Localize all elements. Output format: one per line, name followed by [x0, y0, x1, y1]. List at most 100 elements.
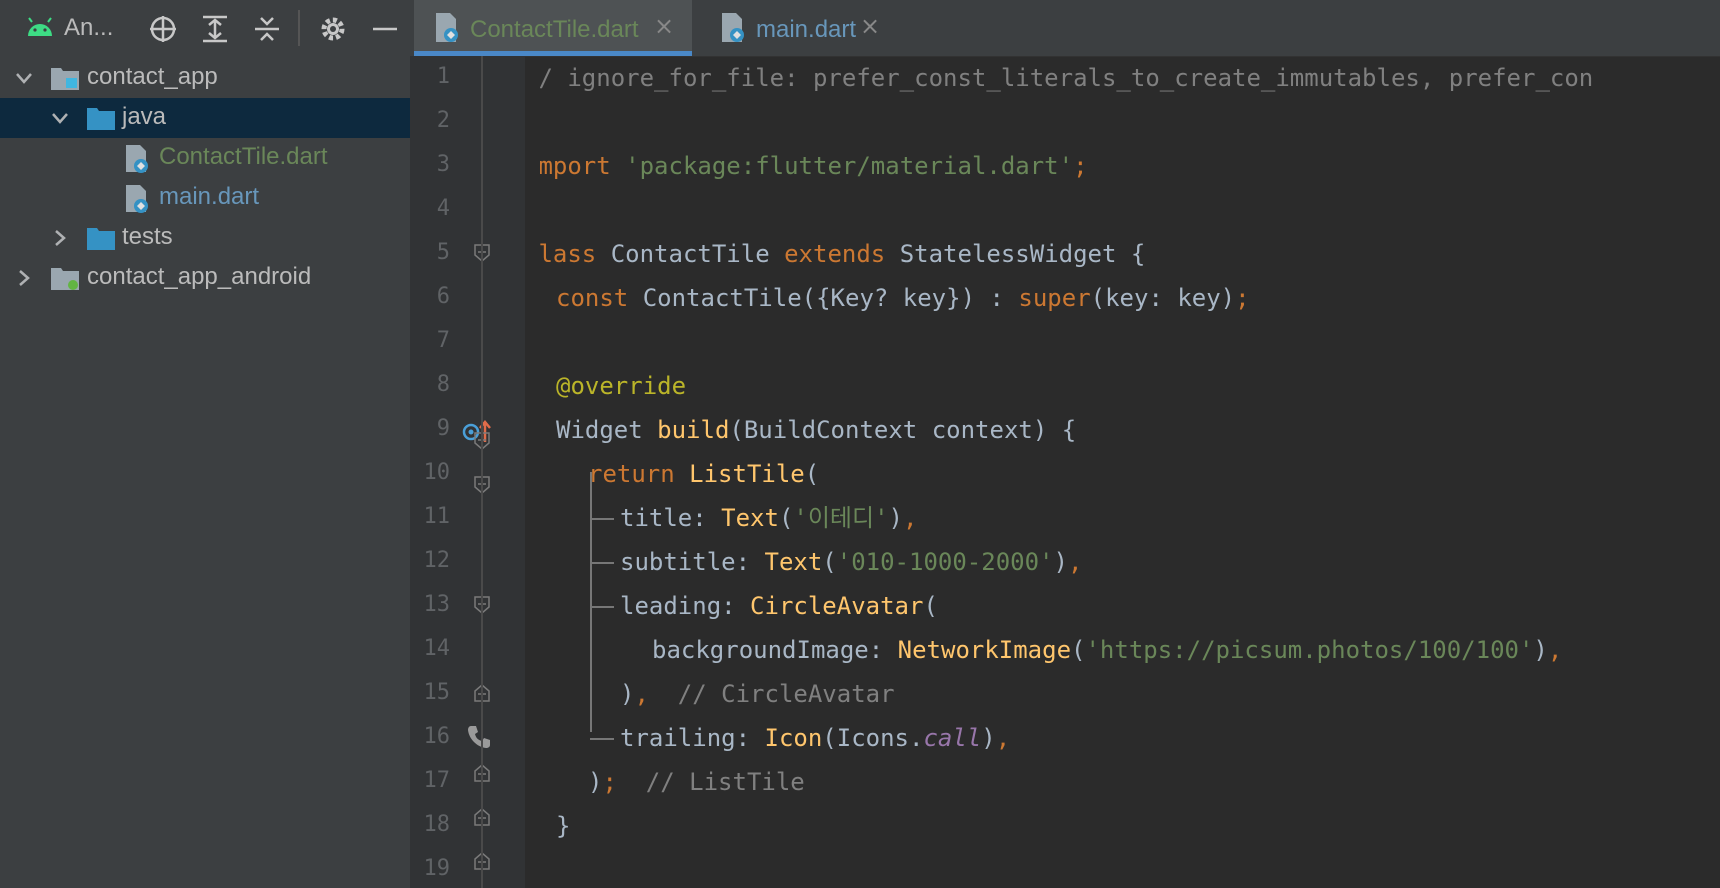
function-name: build	[657, 416, 730, 444]
code-line-15: ), // CircleAvatar	[620, 672, 895, 716]
gear-icon[interactable]	[318, 14, 348, 44]
code-text: (	[923, 592, 938, 620]
chevron-down-icon[interactable]	[50, 108, 70, 128]
phone-icon[interactable]	[466, 724, 492, 750]
chevron-down-icon[interactable]	[14, 68, 34, 88]
keyword: class	[540, 240, 597, 268]
chevron-right-icon[interactable]	[50, 228, 70, 248]
tree-item-contacttile-dart[interactable]: ContactTile.dart	[0, 138, 410, 178]
line-number: 11	[423, 504, 451, 529]
widget-tree-branch	[590, 518, 614, 520]
comma: ,	[1067, 548, 1083, 576]
dart-file-icon	[126, 145, 148, 173]
code-text: Widget	[556, 416, 658, 444]
code-text: subtitle:	[620, 548, 765, 576]
keyword: import	[540, 152, 611, 180]
tab-label: ContactTile.dart	[470, 16, 639, 43]
code-line-13: leading: CircleAvatar(	[620, 584, 938, 628]
code-text: )	[620, 680, 635, 708]
code-text: title:	[620, 504, 722, 532]
semicolon: ;	[602, 768, 617, 796]
tab-label: main.dart	[756, 16, 857, 43]
code-text: (key: key)	[1090, 284, 1236, 312]
editor: ContactTile.dart × main.dart × 1 2 3 4 5…	[410, 0, 1720, 888]
tree-item-label: tests	[122, 223, 173, 250]
module-folder-icon	[51, 68, 79, 90]
string-literal: 'package:flutter/material.dart'	[625, 152, 1074, 180]
tab-contacttile-dart[interactable]: ContactTile.dart ×	[414, 0, 692, 56]
code-text: leading:	[620, 592, 751, 620]
code-line-1: // ignore_for_file: prefer_const_literal…	[540, 64, 1594, 92]
function-name: Text	[721, 504, 779, 532]
toolbar-divider	[298, 10, 300, 46]
code-line-16: trailing: Icon(Icons.call),	[620, 716, 1010, 760]
line-number: 4	[436, 196, 450, 221]
code-line-18: }	[556, 812, 571, 840]
chevron-right-icon[interactable]	[14, 268, 34, 288]
code-line-10: return ListTile(	[588, 452, 819, 496]
widget-tree-branch	[590, 606, 614, 608]
line-number: 14	[423, 636, 451, 661]
line-number: 8	[436, 372, 450, 397]
function-name: Icon	[764, 724, 823, 752]
code-line-11: title: Text('이테디'),	[620, 496, 917, 540]
code-text: (	[778, 504, 794, 532]
code-text: )	[888, 504, 903, 532]
close-icon[interactable]: ×	[654, 12, 674, 40]
tree-item-java[interactable]: java	[0, 98, 410, 138]
collapse-all-icon[interactable]	[252, 14, 282, 44]
comma: ,	[903, 504, 918, 532]
locate-icon[interactable]	[148, 14, 178, 44]
dart-file-icon	[722, 13, 744, 42]
tree-item-contact-app-android[interactable]: contact_app_android	[0, 258, 410, 298]
code-text: )	[1533, 636, 1548, 664]
tree-item-label: java	[122, 103, 167, 130]
project-panel: An... contact_app java ContactTile.dart …	[0, 0, 410, 888]
code-text: ContactTile({Key? key}) :	[628, 284, 1019, 312]
tree-item-main-dart[interactable]: main.dart	[0, 178, 410, 218]
module-folder-icon	[51, 268, 79, 290]
project-view-title[interactable]: An...	[64, 14, 113, 42]
code-text: (Icons.	[822, 724, 924, 752]
close-icon[interactable]: ×	[860, 12, 880, 40]
line-number: 15	[423, 680, 451, 705]
line-number: 5	[436, 240, 450, 265]
minimize-icon[interactable]	[370, 14, 400, 44]
line-number: 3	[436, 152, 450, 177]
editor-gutter: 1 2 3 4 5 6 7 8 9 10 11 12 13 14 15 16 1…	[410, 56, 525, 888]
widget-tree-branch	[590, 562, 614, 564]
widget-tree-guide	[590, 472, 592, 732]
tree-item-contact-app[interactable]: contact_app	[0, 58, 410, 98]
semicolon: ;	[1073, 152, 1088, 180]
tree-item-tests[interactable]: tests	[0, 218, 410, 258]
code-text: (	[1071, 636, 1086, 664]
project-toolbar: An...	[0, 0, 410, 56]
line-number: 10	[423, 460, 451, 485]
function-name: CircleAvatar	[750, 592, 924, 620]
tree-item-label: main.dart	[159, 183, 260, 210]
tree-item-label: ContactTile.dart	[159, 143, 328, 170]
keyword: extends	[784, 240, 886, 268]
semicolon: ;	[1235, 284, 1250, 312]
expand-all-icon[interactable]	[200, 14, 230, 44]
test-folder-icon	[87, 228, 115, 250]
code-line-8: @override	[556, 364, 686, 408]
line-number: 16	[423, 724, 451, 749]
keyword: const	[556, 284, 629, 312]
comma: ,	[634, 680, 649, 708]
dart-file-icon	[436, 13, 458, 42]
function-name: Text	[764, 548, 823, 576]
annotation-at: @	[556, 372, 571, 400]
code-text: backgroundImage:	[652, 636, 898, 664]
tab-main-dart[interactable]: main.dart ×	[700, 0, 900, 56]
code-area[interactable]: // ignore_for_file: prefer_const_literal…	[540, 56, 1720, 888]
code-line-17: ); // ListTile	[588, 760, 805, 804]
function-name: ListTile	[689, 460, 805, 488]
android-icon	[28, 17, 52, 36]
line-number: 12	[423, 548, 451, 573]
comma: ,	[1547, 636, 1563, 664]
line-number: 17	[423, 768, 451, 793]
line-number: 9	[436, 416, 450, 441]
line-number: 6	[436, 284, 450, 309]
line-number: 18	[423, 812, 451, 837]
